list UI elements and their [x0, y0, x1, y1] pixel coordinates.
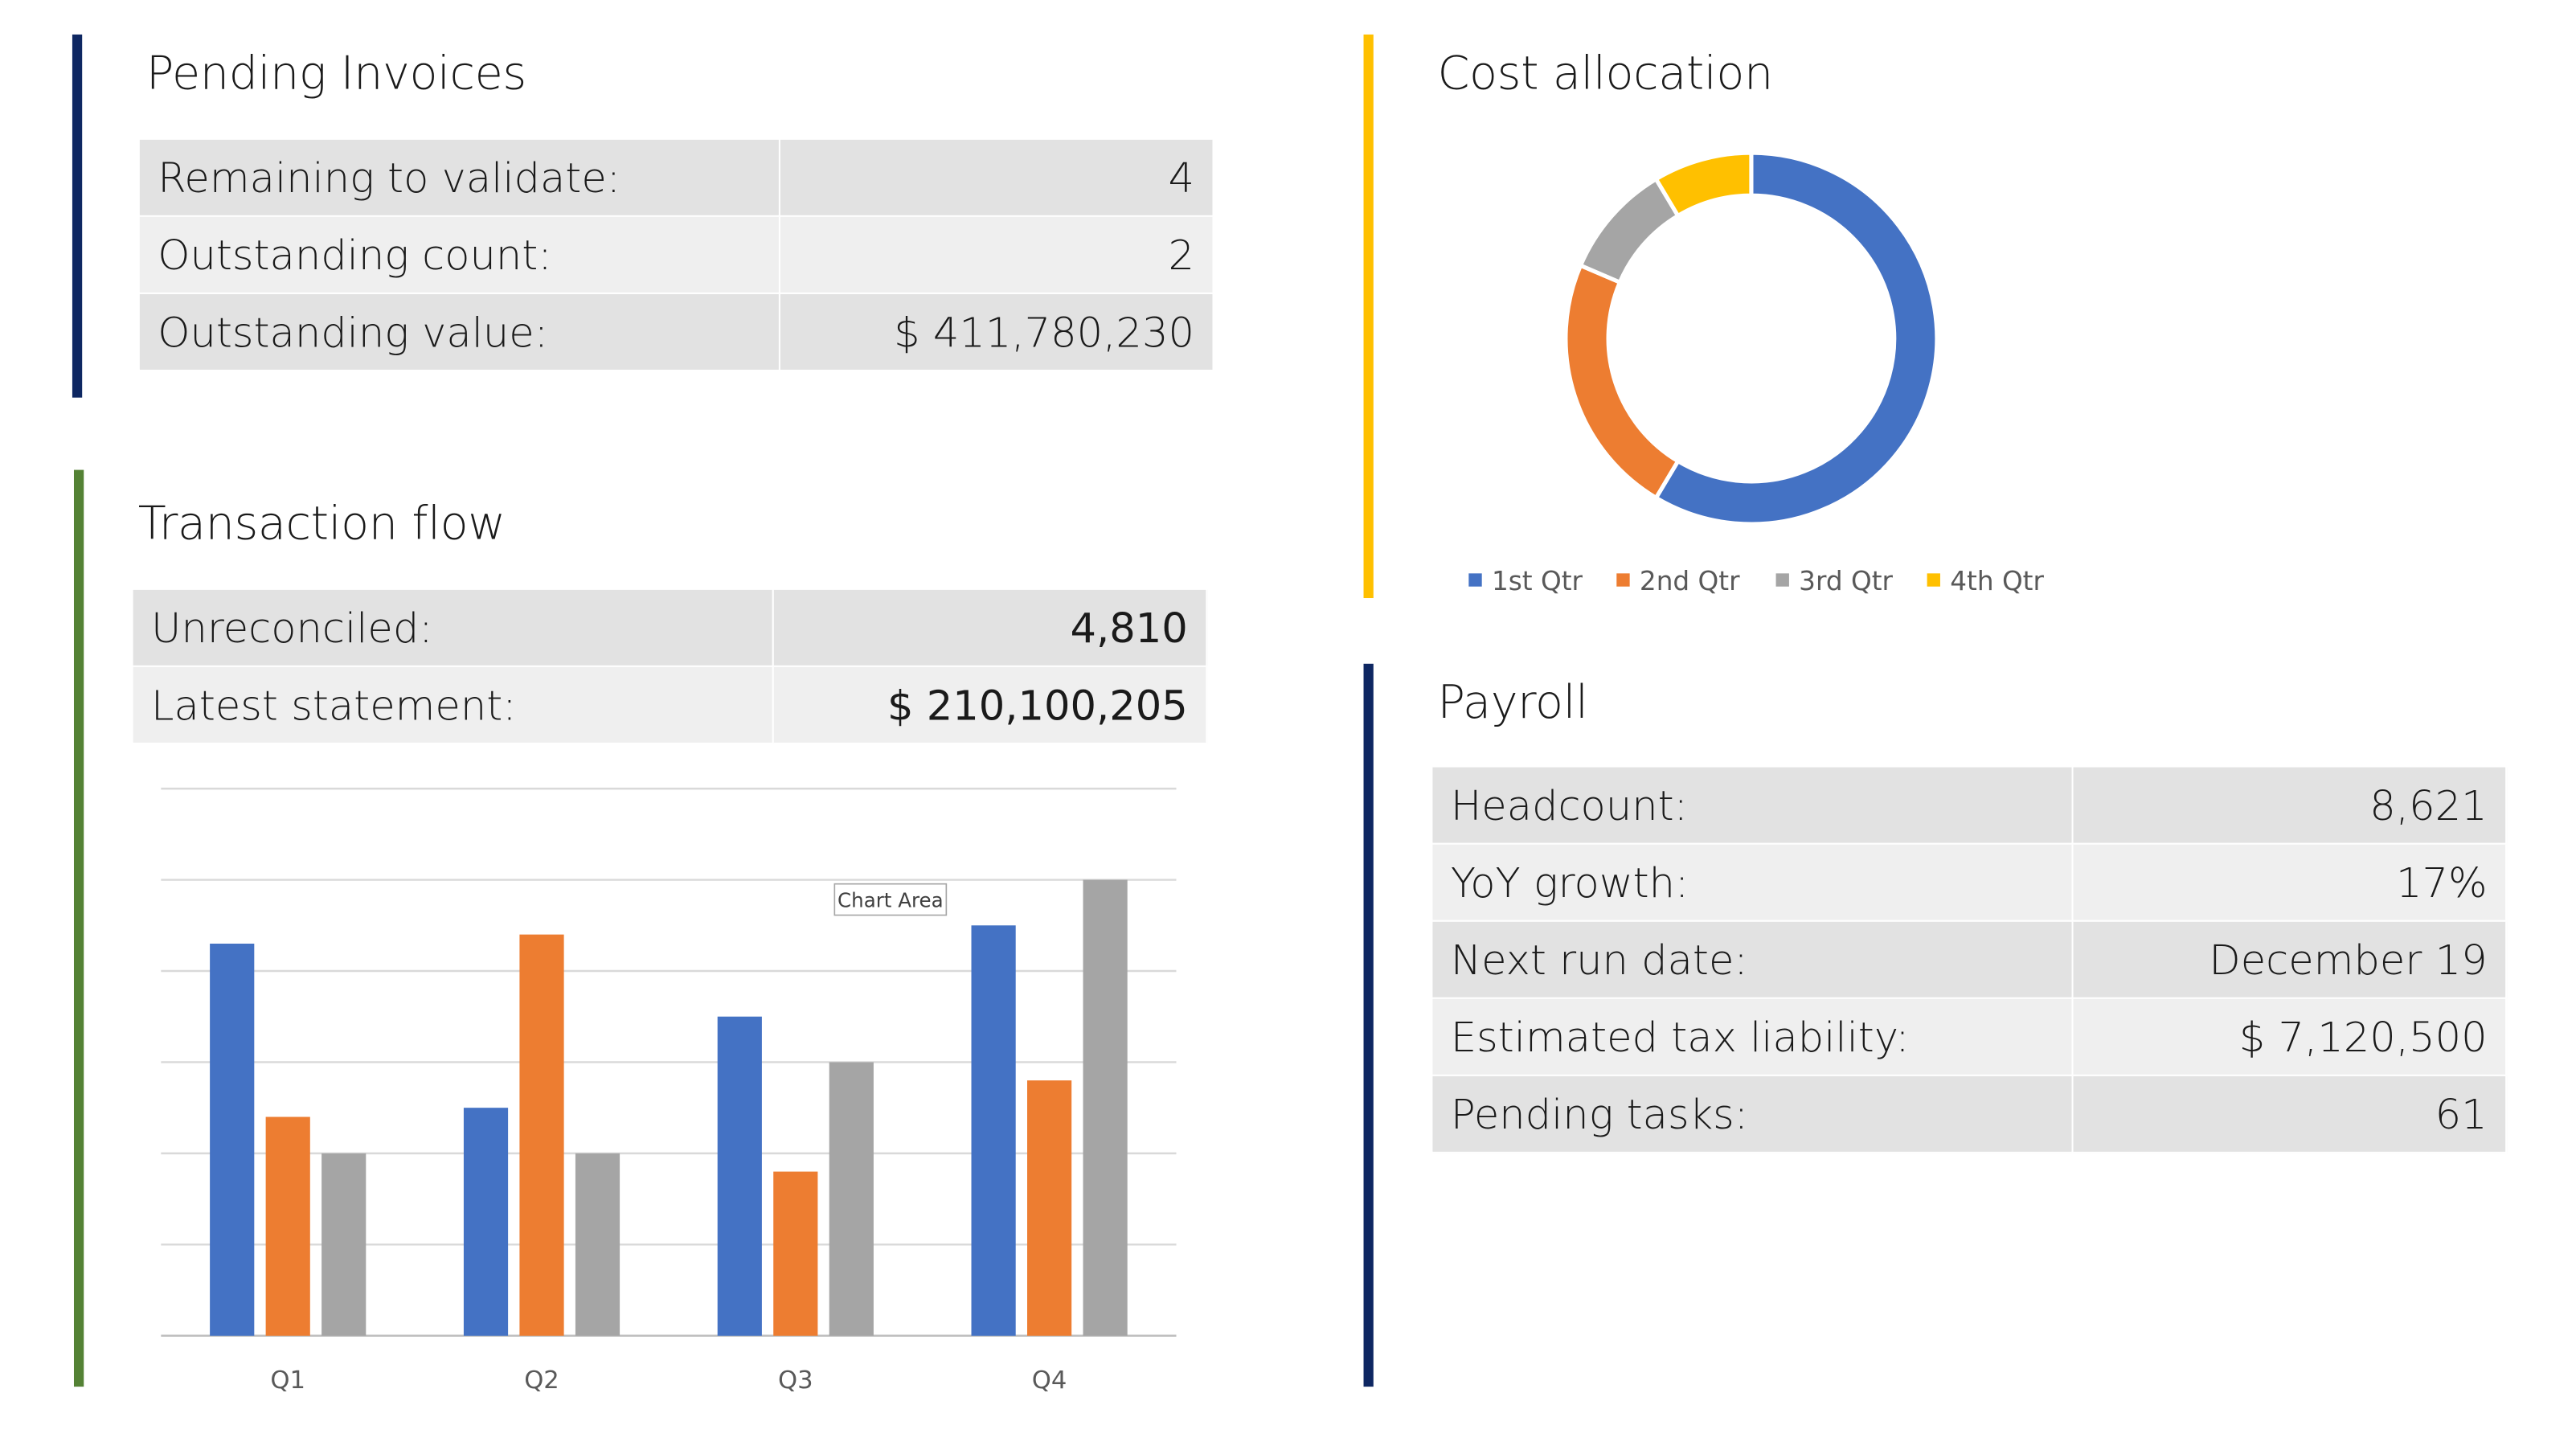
pending-invoices-table: Remaining to validate: 4 Outstanding cou…: [137, 137, 1214, 371]
tooltip-text: Chart Area: [838, 888, 944, 912]
x-tick-label: Q1: [270, 1366, 305, 1395]
table-row: Headcount: 8,621: [1431, 765, 2508, 845]
cost-allocation-accent: [1363, 34, 1374, 599]
table-row: Pending tasks: 61: [1431, 1074, 2508, 1153]
row-label: Headcount:: [1431, 765, 2074, 845]
payroll-title: Payroll: [1437, 675, 1588, 730]
chart-bar[interactable]: [773, 1171, 818, 1336]
donut-slice[interactable]: [1563, 262, 1681, 501]
row-value: $ 210,100,205: [772, 665, 1208, 744]
payroll-table: Headcount: 8,621 YoY growth: 17% Next ru…: [1431, 765, 2508, 1153]
legend-label: 2nd Qtr: [1640, 566, 1740, 596]
legend-swatch: [1775, 573, 1789, 587]
table-row: Estimated tax liability: $ 7,120,500: [1431, 997, 2508, 1076]
transaction-bar-chart[interactable]: Q1 Q2 Q3 Q4 Chart Area: [132, 764, 1216, 1412]
legend-item[interactable]: 4th Qtr: [1927, 566, 2045, 596]
transaction-flow-title: Transaction flow: [137, 496, 506, 551]
legend-item[interactable]: 3rd Qtr: [1775, 566, 1894, 596]
chart-bar[interactable]: [463, 1108, 509, 1336]
legend-swatch: [1927, 573, 1940, 587]
transaction-flow-accent: [73, 469, 84, 1387]
cost-allocation-donut-chart[interactable]: 1st Qtr 2nd Qtr 3rd Qtr 4th Qtr: [1429, 132, 2119, 625]
payroll-accent: [1363, 663, 1374, 1387]
chart-bar[interactable]: [265, 1116, 310, 1336]
row-label: YoY growth:: [1431, 842, 2074, 922]
x-tick-label: Q2: [524, 1366, 559, 1395]
row-label: Remaining to validate:: [137, 137, 781, 217]
row-label: Outstanding value:: [137, 292, 781, 371]
row-value: $ 7,120,500: [2072, 997, 2508, 1076]
row-label: Next run date:: [1431, 920, 2074, 999]
donut-slice[interactable]: [1652, 150, 1939, 526]
chart-bar[interactable]: [717, 1016, 762, 1336]
chart-area-tooltip: Chart Area: [833, 883, 948, 916]
row-value: December 19: [2072, 920, 2508, 999]
table-row: Outstanding count: 2: [137, 215, 1214, 294]
table-row: Unreconciled: 4,810: [131, 588, 1208, 667]
row-value: 17%: [2072, 842, 2508, 922]
chart-bar[interactable]: [321, 1153, 367, 1336]
chart-bar[interactable]: [971, 925, 1016, 1336]
legend-swatch: [1616, 573, 1630, 587]
table-row: YoY growth: 17%: [1431, 842, 2508, 922]
chart-bar[interactable]: [519, 934, 564, 1336]
row-value: 4,810: [772, 588, 1208, 667]
row-value: $ 411,780,230: [779, 292, 1214, 371]
row-label: Estimated tax liability:: [1431, 997, 2074, 1076]
chart-bar[interactable]: [1083, 879, 1128, 1336]
chart-bar[interactable]: [829, 1062, 874, 1336]
table-row: Latest statement: $ 210,100,205: [131, 665, 1208, 744]
x-tick-label: Q4: [1032, 1366, 1067, 1395]
row-value: 2: [779, 215, 1214, 294]
legend-label: 3rd Qtr: [1799, 566, 1893, 596]
chart-bar[interactable]: [210, 943, 255, 1336]
cost-allocation-title: Cost allocation: [1437, 46, 1773, 100]
donut-slice[interactable]: [1652, 150, 1754, 219]
row-label: Latest statement:: [131, 665, 775, 744]
row-value: 4: [779, 137, 1214, 217]
pending-invoices-accent: [72, 34, 83, 398]
row-label: Pending tasks:: [1431, 1074, 2074, 1153]
legend-item[interactable]: 2nd Qtr: [1616, 566, 1740, 596]
table-row: Outstanding value: $ 411,780,230: [137, 292, 1214, 371]
chart-bar[interactable]: [575, 1153, 620, 1336]
table-row: Remaining to validate: 4: [137, 137, 1214, 217]
pending-invoices-title: Pending Invoices: [145, 46, 526, 100]
row-value: 8,621: [2072, 765, 2508, 845]
table-row: Next run date: December 19: [1431, 920, 2508, 999]
chart-bar[interactable]: [1027, 1080, 1072, 1336]
legend-item[interactable]: 1st Qtr: [1468, 566, 1583, 596]
transaction-flow-table: Unreconciled: 4,810 Latest statement: $ …: [131, 588, 1208, 744]
row-value: 61: [2072, 1074, 2508, 1153]
legend-label: 1st Qtr: [1492, 566, 1583, 596]
row-label: Outstanding count:: [137, 215, 781, 294]
legend-label: 4th Qtr: [1950, 566, 2044, 596]
legend-swatch: [1468, 573, 1482, 587]
x-tick-label: Q3: [778, 1366, 813, 1395]
row-label: Unreconciled:: [131, 588, 775, 667]
